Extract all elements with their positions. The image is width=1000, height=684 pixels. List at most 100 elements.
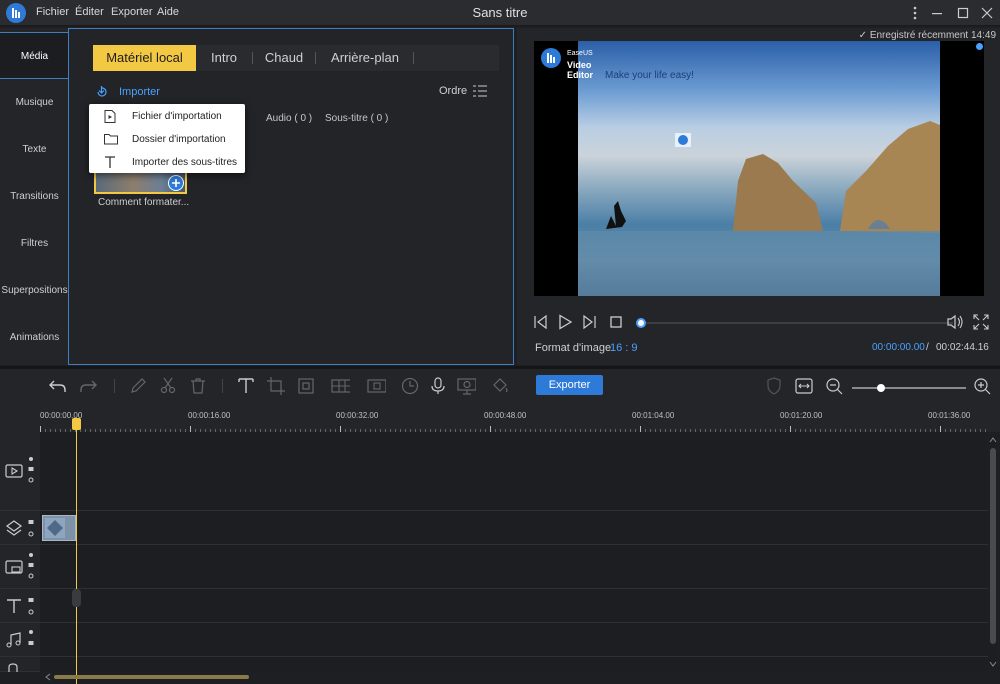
ctx-item-import-subtitles[interactable]: Importer des sous-titres [89,151,245,174]
maximize-icon[interactable] [952,3,974,23]
play-icon[interactable] [557,314,573,330]
ruler-label: 00:01:20.00 [780,411,823,420]
filter-audio[interactable]: Audio ( 0 ) [266,113,312,124]
overlay-clip[interactable] [42,515,76,541]
toolbar-separator [114,379,115,393]
progress-bar[interactable] [641,322,953,324]
tab-intro[interactable]: Intro [199,45,249,71]
toolbar-separator [222,379,223,393]
track-toggles-icon[interactable] [27,517,35,539]
overlay-track[interactable] [40,511,988,545]
more-options-icon[interactable] [904,3,926,23]
zoom-slider[interactable] [852,387,966,389]
redo-icon[interactable] [78,376,98,396]
export-button[interactable]: Exporter [536,375,603,395]
vertical-scrollbar-thumb[interactable] [990,448,996,644]
volume-icon[interactable] [946,314,964,330]
mosaic-icon[interactable] [330,376,350,396]
track-toggles-icon[interactable] [27,629,35,651]
import-icon [97,86,107,97]
text-track[interactable] [40,589,988,623]
track-toggles-icon[interactable] [27,595,35,617]
shield-icon[interactable] [766,376,786,396]
step-back-icon[interactable] [533,314,549,330]
microphone-icon[interactable] [428,376,448,396]
tab-materiel-local[interactable]: Matériel local [93,45,196,71]
track-header-text [0,589,40,623]
track-toggles-icon[interactable] [27,552,35,580]
playhead-line[interactable] [76,418,77,684]
fullscreen-icon[interactable] [973,314,989,330]
tab-chaud[interactable]: Chaud [255,45,313,71]
video-track[interactable] [40,432,988,511]
minimize-icon[interactable] [926,3,948,23]
ctx-item-import-file[interactable]: Fichier d'importation [89,105,245,128]
menu-exporter[interactable]: Exporter [111,6,153,18]
order-label[interactable]: Ordre [439,85,467,97]
ctx-item-import-folder[interactable]: Dossier d'importation [89,128,245,151]
ctx-label: Importer des sous-titres [132,157,238,168]
playhead-handle[interactable] [72,418,81,430]
tab-arriere-plan[interactable]: Arrière-plan [319,45,411,71]
timeline-ruler[interactable]: 00:00:00.00 00:00:16.00 00:00:32.00 00:0… [0,402,1000,432]
stop-icon[interactable] [608,314,624,330]
music-note-icon [6,632,21,648]
fit-timeline-icon[interactable] [794,376,814,396]
zoom-out-icon[interactable] [824,376,844,396]
check-circle-icon: ✓ [858,30,868,41]
crop-icon[interactable] [266,376,286,396]
menu-aide[interactable]: Aide [157,6,179,18]
music-track[interactable] [40,623,988,657]
text-tool-icon[interactable] [236,376,256,396]
ruler-label: 00:00:16.00 [188,411,231,420]
preview-screen[interactable]: EaseUS Video Editor Make your life easy! [534,41,984,296]
sidebar-item-transitions[interactable]: Transitions [0,173,69,220]
scissors-icon[interactable] [158,376,178,396]
easeus-brand: EaseUS Video Editor [536,44,618,80]
track-toggles-icon[interactable] [27,456,35,484]
scroll-up-icon[interactable] [988,436,998,444]
tab-separator [413,52,414,64]
sidebar-item-animations[interactable]: Animations [0,314,69,361]
speed-clock-icon[interactable] [400,376,420,396]
step-forward-icon[interactable] [581,314,597,330]
freeze-frame-icon[interactable] [366,376,386,396]
sort-list-icon[interactable] [473,85,487,97]
horizontal-scrollbar-thumb[interactable] [54,675,249,679]
webcam-record-icon[interactable] [456,376,476,396]
aspect-ratio-value[interactable]: 16 : 9 [610,342,638,354]
import-context-menu: Fichier d'importation Dossier d'importat… [89,104,245,173]
current-time: 00:00:00.00 [872,342,925,353]
ruler-label: 00:00:48.00 [484,411,527,420]
menu-fichier[interactable]: Fichier [36,6,69,18]
paint-bucket-icon[interactable] [490,376,510,396]
media-tabs: Matériel local Intro Chaud Arrière-plan [93,45,499,71]
scroll-down-icon[interactable] [988,660,998,668]
scroll-left-icon[interactable] [44,673,52,681]
media-panel: Matériel local Intro Chaud Arrière-plan … [68,28,514,365]
progress-knob[interactable] [636,318,646,328]
zoom-slider-knob[interactable] [876,384,885,392]
undo-icon[interactable] [48,376,68,396]
sidebar-item-filtres[interactable]: Filtres [0,220,69,267]
add-to-timeline-icon[interactable] [168,175,184,191]
sidebar-item-musique[interactable]: Musique [0,79,69,126]
sidebar-item-texte[interactable]: Texte [0,126,69,173]
file-play-icon [104,110,116,123]
playhead-grip[interactable] [72,589,81,607]
filter-sous-titre[interactable]: Sous-titre ( 0 ) [325,113,388,124]
resize-frame-icon[interactable] [296,376,316,396]
close-icon[interactable] [976,3,998,23]
sidebar-item-media[interactable]: Média [0,32,70,79]
text-t-icon [105,156,115,168]
edit-pencil-icon[interactable] [128,376,148,396]
menu-editer[interactable]: Éditer [75,6,104,18]
zoom-in-icon[interactable] [972,376,992,396]
track-header-music [0,623,40,657]
trash-icon[interactable] [188,376,208,396]
sidebar-item-superpositions[interactable]: Superpositions [0,267,69,314]
title-bar: Fichier Éditer Exporter Aide Sans titre [0,0,1000,26]
pip-track[interactable] [40,545,988,589]
voice-track[interactable] [40,657,988,672]
preview-indicator-dot [976,43,983,50]
